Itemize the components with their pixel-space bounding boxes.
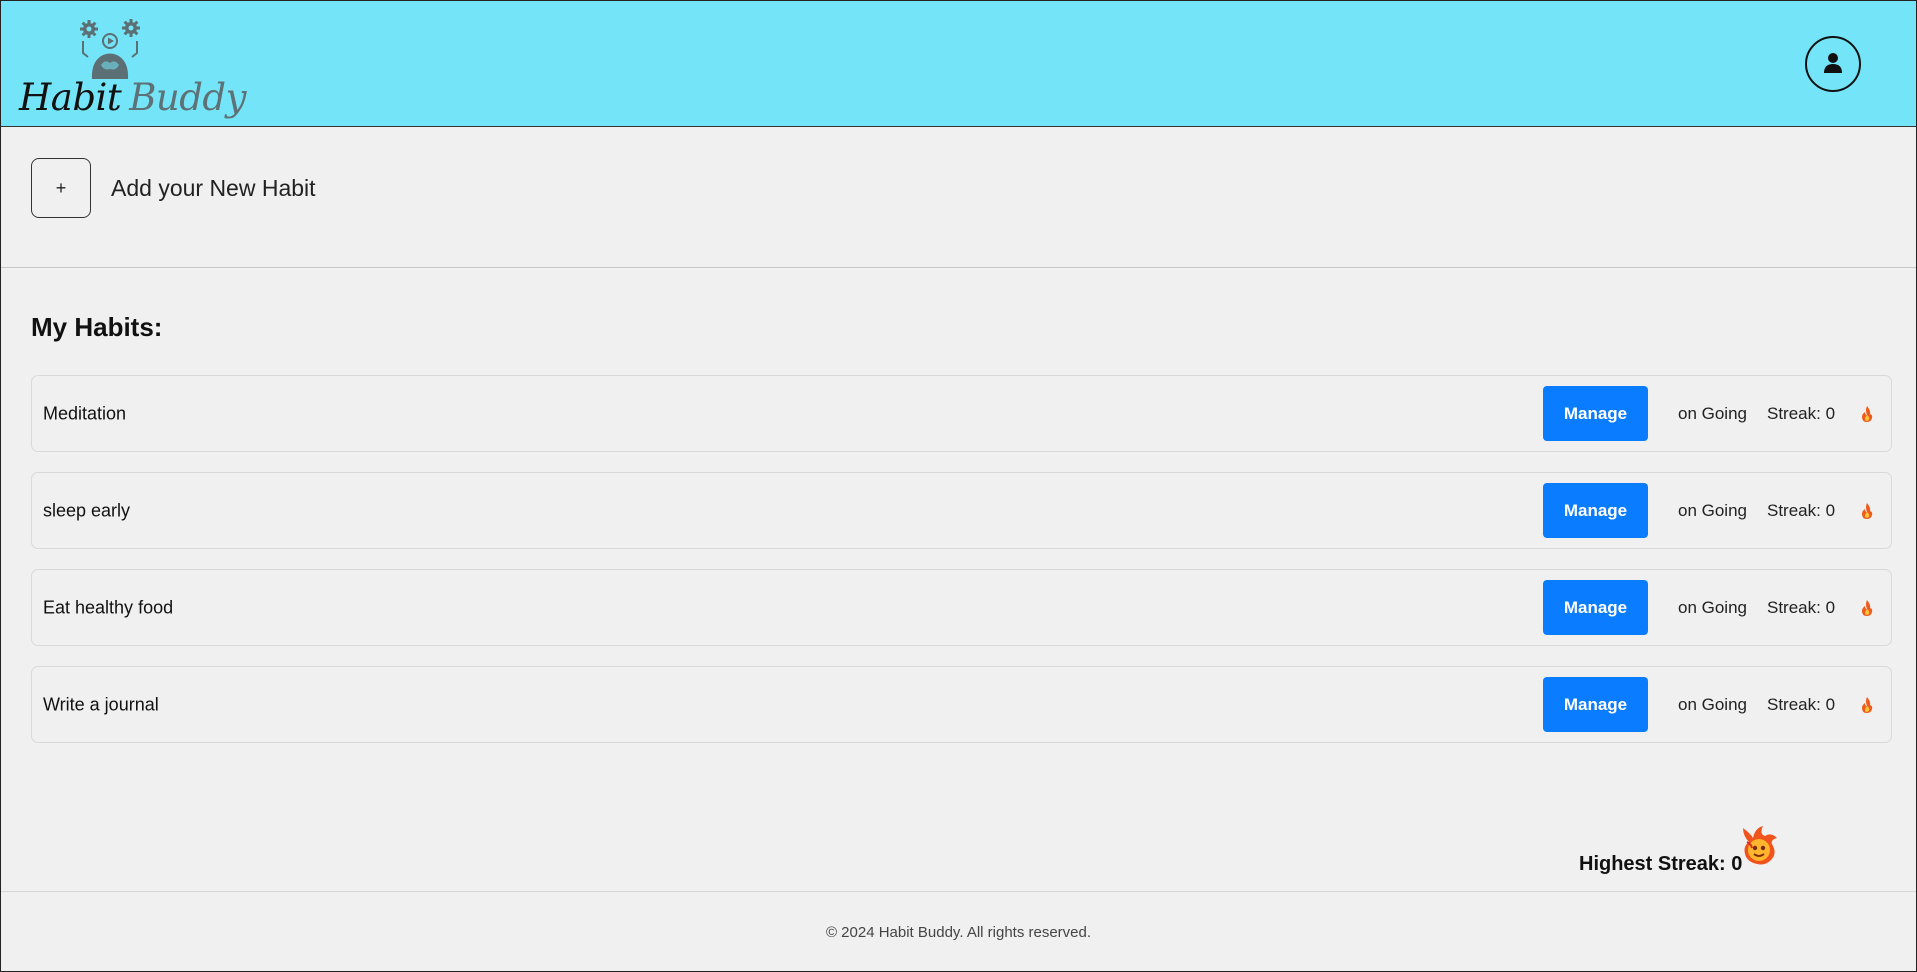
habit-name: Write a journal — [43, 694, 159, 714]
app-window: Habit Buddy + Add your New Habit My Habit… — [0, 0, 1917, 972]
habit-name: sleep early — [43, 500, 131, 520]
top-navbar: Habit Buddy — [1, 1, 1916, 127]
fire-icon — [1860, 599, 1874, 617]
user-icon — [1823, 52, 1843, 77]
manage-button[interactable]: Manage — [1543, 580, 1648, 635]
habit-streak: Streak: 0 — [1767, 597, 1836, 617]
habit-name: Meditation — [43, 403, 127, 423]
manage-button[interactable]: Manage — [1543, 677, 1648, 732]
habit-status: on Going — [1678, 403, 1747, 423]
habit-status: on Going — [1678, 597, 1747, 617]
manage-button[interactable]: Manage — [1543, 386, 1648, 441]
habit-streak: Streak: 0 — [1767, 403, 1836, 423]
add-habit-label: Add your New Habit — [111, 174, 316, 201]
section-divider — [1, 267, 1916, 268]
fire-icon — [1860, 502, 1874, 520]
habit-name: Eat healthy food — [43, 597, 174, 617]
footer: © 2024 Habit Buddy. All rights reserved. — [1, 891, 1916, 971]
flaming-face-icon — [1737, 824, 1781, 868]
add-habit-button[interactable]: + — [31, 158, 91, 218]
copyright-text: © 2024 Habit Buddy. All rights reserved. — [825, 924, 1092, 941]
fire-icon — [1860, 696, 1874, 714]
my-habits-title: My Habits: — [31, 312, 163, 342]
habit-status: on Going — [1678, 694, 1747, 714]
brand-logo-text[interactable]: Habit Buddy — [19, 76, 247, 119]
profile-button[interactable] — [1805, 36, 1861, 92]
brand-word-habit: Habit — [19, 76, 122, 119]
habit-row: Eat healthy food Manage on Going Streak:… — [31, 569, 1892, 646]
manage-button[interactable]: Manage — [1543, 483, 1648, 538]
fire-icon — [1860, 405, 1874, 423]
habit-list: Meditation Manage on Going Streak: 0 sle… — [31, 375, 1892, 763]
habit-status: on Going — [1678, 500, 1747, 520]
highest-streak-label: Highest Streak: 0 — [1579, 853, 1743, 875]
habit-streak: Streak: 0 — [1767, 500, 1836, 520]
add-habit-row: + Add your New Habit — [31, 158, 316, 218]
brand-word-buddy: Buddy — [129, 76, 247, 119]
habit-streak: Streak: 0 — [1767, 694, 1836, 714]
habit-row: Write a journal Manage on Going Streak: … — [31, 666, 1892, 743]
habit-row: sleep early Manage on Going Streak: 0 — [31, 472, 1892, 549]
habit-row: Meditation Manage on Going Streak: 0 — [31, 375, 1892, 452]
brain-gears-icon — [79, 19, 141, 79]
